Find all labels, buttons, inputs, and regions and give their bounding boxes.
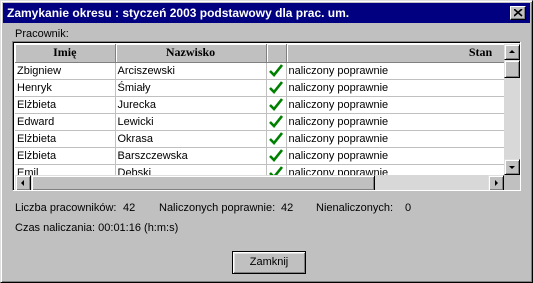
cell-last-name: Lewicki <box>115 113 267 131</box>
horizontal-scroll-thumb[interactable] <box>31 175 375 190</box>
cell-last-name: Okrasa <box>115 130 267 148</box>
scroll-left-button[interactable] <box>15 175 31 190</box>
cell-last-name: Śmiały <box>115 79 267 97</box>
column-header-status[interactable]: Stan <box>286 44 504 63</box>
correct-count-label: Naliczonych poprawnie: <box>159 202 276 214</box>
check-icon <box>269 64 284 78</box>
cell-check <box>266 164 287 175</box>
employee-grid[interactable]: Imię Nazwisko Stan Zbigniew Arciszewski na… <box>12 41 521 191</box>
scroll-corner <box>504 175 520 190</box>
check-icon <box>269 98 284 112</box>
horizontal-scrollbar[interactable] <box>15 175 504 190</box>
calculation-time: Czas naliczania: 00:01:16 (h:m:s) <box>15 222 179 234</box>
employee-group-label: Pracownik: <box>15 28 69 40</box>
arrow-left-icon <box>21 180 24 186</box>
employees-count-label: Liczba pracowników: <box>15 202 117 214</box>
arrow-up-icon <box>509 50 515 53</box>
cell-last-name: Arciszewski <box>115 62 267 80</box>
table-row[interactable]: Edward Lewicki naliczony poprawnie <box>15 113 504 131</box>
column-header-first-name[interactable]: Imię <box>15 44 116 63</box>
check-icon <box>269 149 284 163</box>
dialog-window: Zamykanie okresu : styczeń 2003 podstawo… <box>0 0 533 283</box>
vertical-scroll-thumb[interactable] <box>504 60 520 78</box>
table-row[interactable]: Elżbieta Jurecka naliczony poprawnie <box>15 96 504 114</box>
failed-count-value: 0 <box>405 202 412 214</box>
cell-last-name: Dębski <box>115 164 267 175</box>
cell-check <box>266 113 287 131</box>
cell-first-name: Elżbieta <box>15 147 116 165</box>
vertical-scrollbar[interactable] <box>504 44 520 175</box>
arrow-right-icon <box>495 180 498 186</box>
check-icon <box>269 166 284 175</box>
grid-header-row: Imię Nazwisko Stan <box>15 44 504 63</box>
title-bar: Zamykanie okresu : styczeń 2003 podstawo… <box>3 3 530 23</box>
column-header-check[interactable] <box>266 44 287 63</box>
employees-count-value: 42 <box>123 202 136 214</box>
cell-status: naliczony poprawnie <box>286 164 504 175</box>
employee-table: Imię Nazwisko Stan Zbigniew Arciszewski na… <box>15 44 504 175</box>
scroll-right-button[interactable] <box>488 175 504 190</box>
scroll-up-button[interactable] <box>504 44 520 60</box>
grid-rows: Zbigniew Arciszewski naliczony poprawnie He… <box>15 62 504 175</box>
cell-first-name: Edward <box>15 113 116 131</box>
grid-viewport: Imię Nazwisko Stan Zbigniew Arciszewski na… <box>15 44 504 175</box>
check-icon <box>269 115 284 129</box>
table-row[interactable]: Henryk Śmiały naliczony poprawnie <box>15 79 504 97</box>
cell-check <box>266 130 287 148</box>
failed-count-label: Nienaliczonych: <box>316 202 394 214</box>
table-row[interactable]: Elżbieta Barszczewska naliczony poprawnie <box>15 147 504 165</box>
correct-count-value: 42 <box>281 202 294 214</box>
window-title: Zamykanie okresu : styczeń 2003 podstawo… <box>7 6 350 20</box>
cell-last-name: Barszczewska <box>115 147 267 165</box>
cell-check <box>266 62 287 80</box>
cell-first-name: Zbigniew <box>15 62 116 80</box>
close-icon <box>514 9 523 17</box>
column-header-last-name[interactable]: Nazwisko <box>115 44 267 63</box>
check-icon <box>269 132 284 146</box>
table-row[interactable]: Zbigniew Arciszewski naliczony poprawnie <box>15 62 504 80</box>
cell-status: naliczony poprawnie <box>286 113 504 131</box>
cell-check <box>266 147 287 165</box>
close-window-button[interactable] <box>510 6 526 20</box>
cell-last-name: Jurecka <box>115 96 267 114</box>
check-icon <box>269 81 284 95</box>
cell-first-name: Elżbieta <box>15 96 116 114</box>
table-row[interactable]: Elżbieta Okrasa naliczony poprawnie <box>15 130 504 148</box>
cell-status: naliczony poprawnie <box>286 130 504 148</box>
cell-status: naliczony poprawnie <box>286 79 504 97</box>
cell-status: naliczony poprawnie <box>286 62 504 80</box>
close-button[interactable]: Zamknij <box>232 251 306 274</box>
cell-first-name: Henryk <box>15 79 116 97</box>
cell-first-name: Emil <box>15 164 116 175</box>
scroll-down-button[interactable] <box>504 159 520 175</box>
cell-first-name: Elżbieta <box>15 130 116 148</box>
arrow-down-icon <box>509 166 515 169</box>
cell-check <box>266 96 287 114</box>
cell-check <box>266 79 287 97</box>
cell-status: naliczony poprawnie <box>286 96 504 114</box>
cell-status: naliczony poprawnie <box>286 147 504 165</box>
table-row[interactable]: Emil Dębski naliczony poprawnie <box>15 164 504 175</box>
